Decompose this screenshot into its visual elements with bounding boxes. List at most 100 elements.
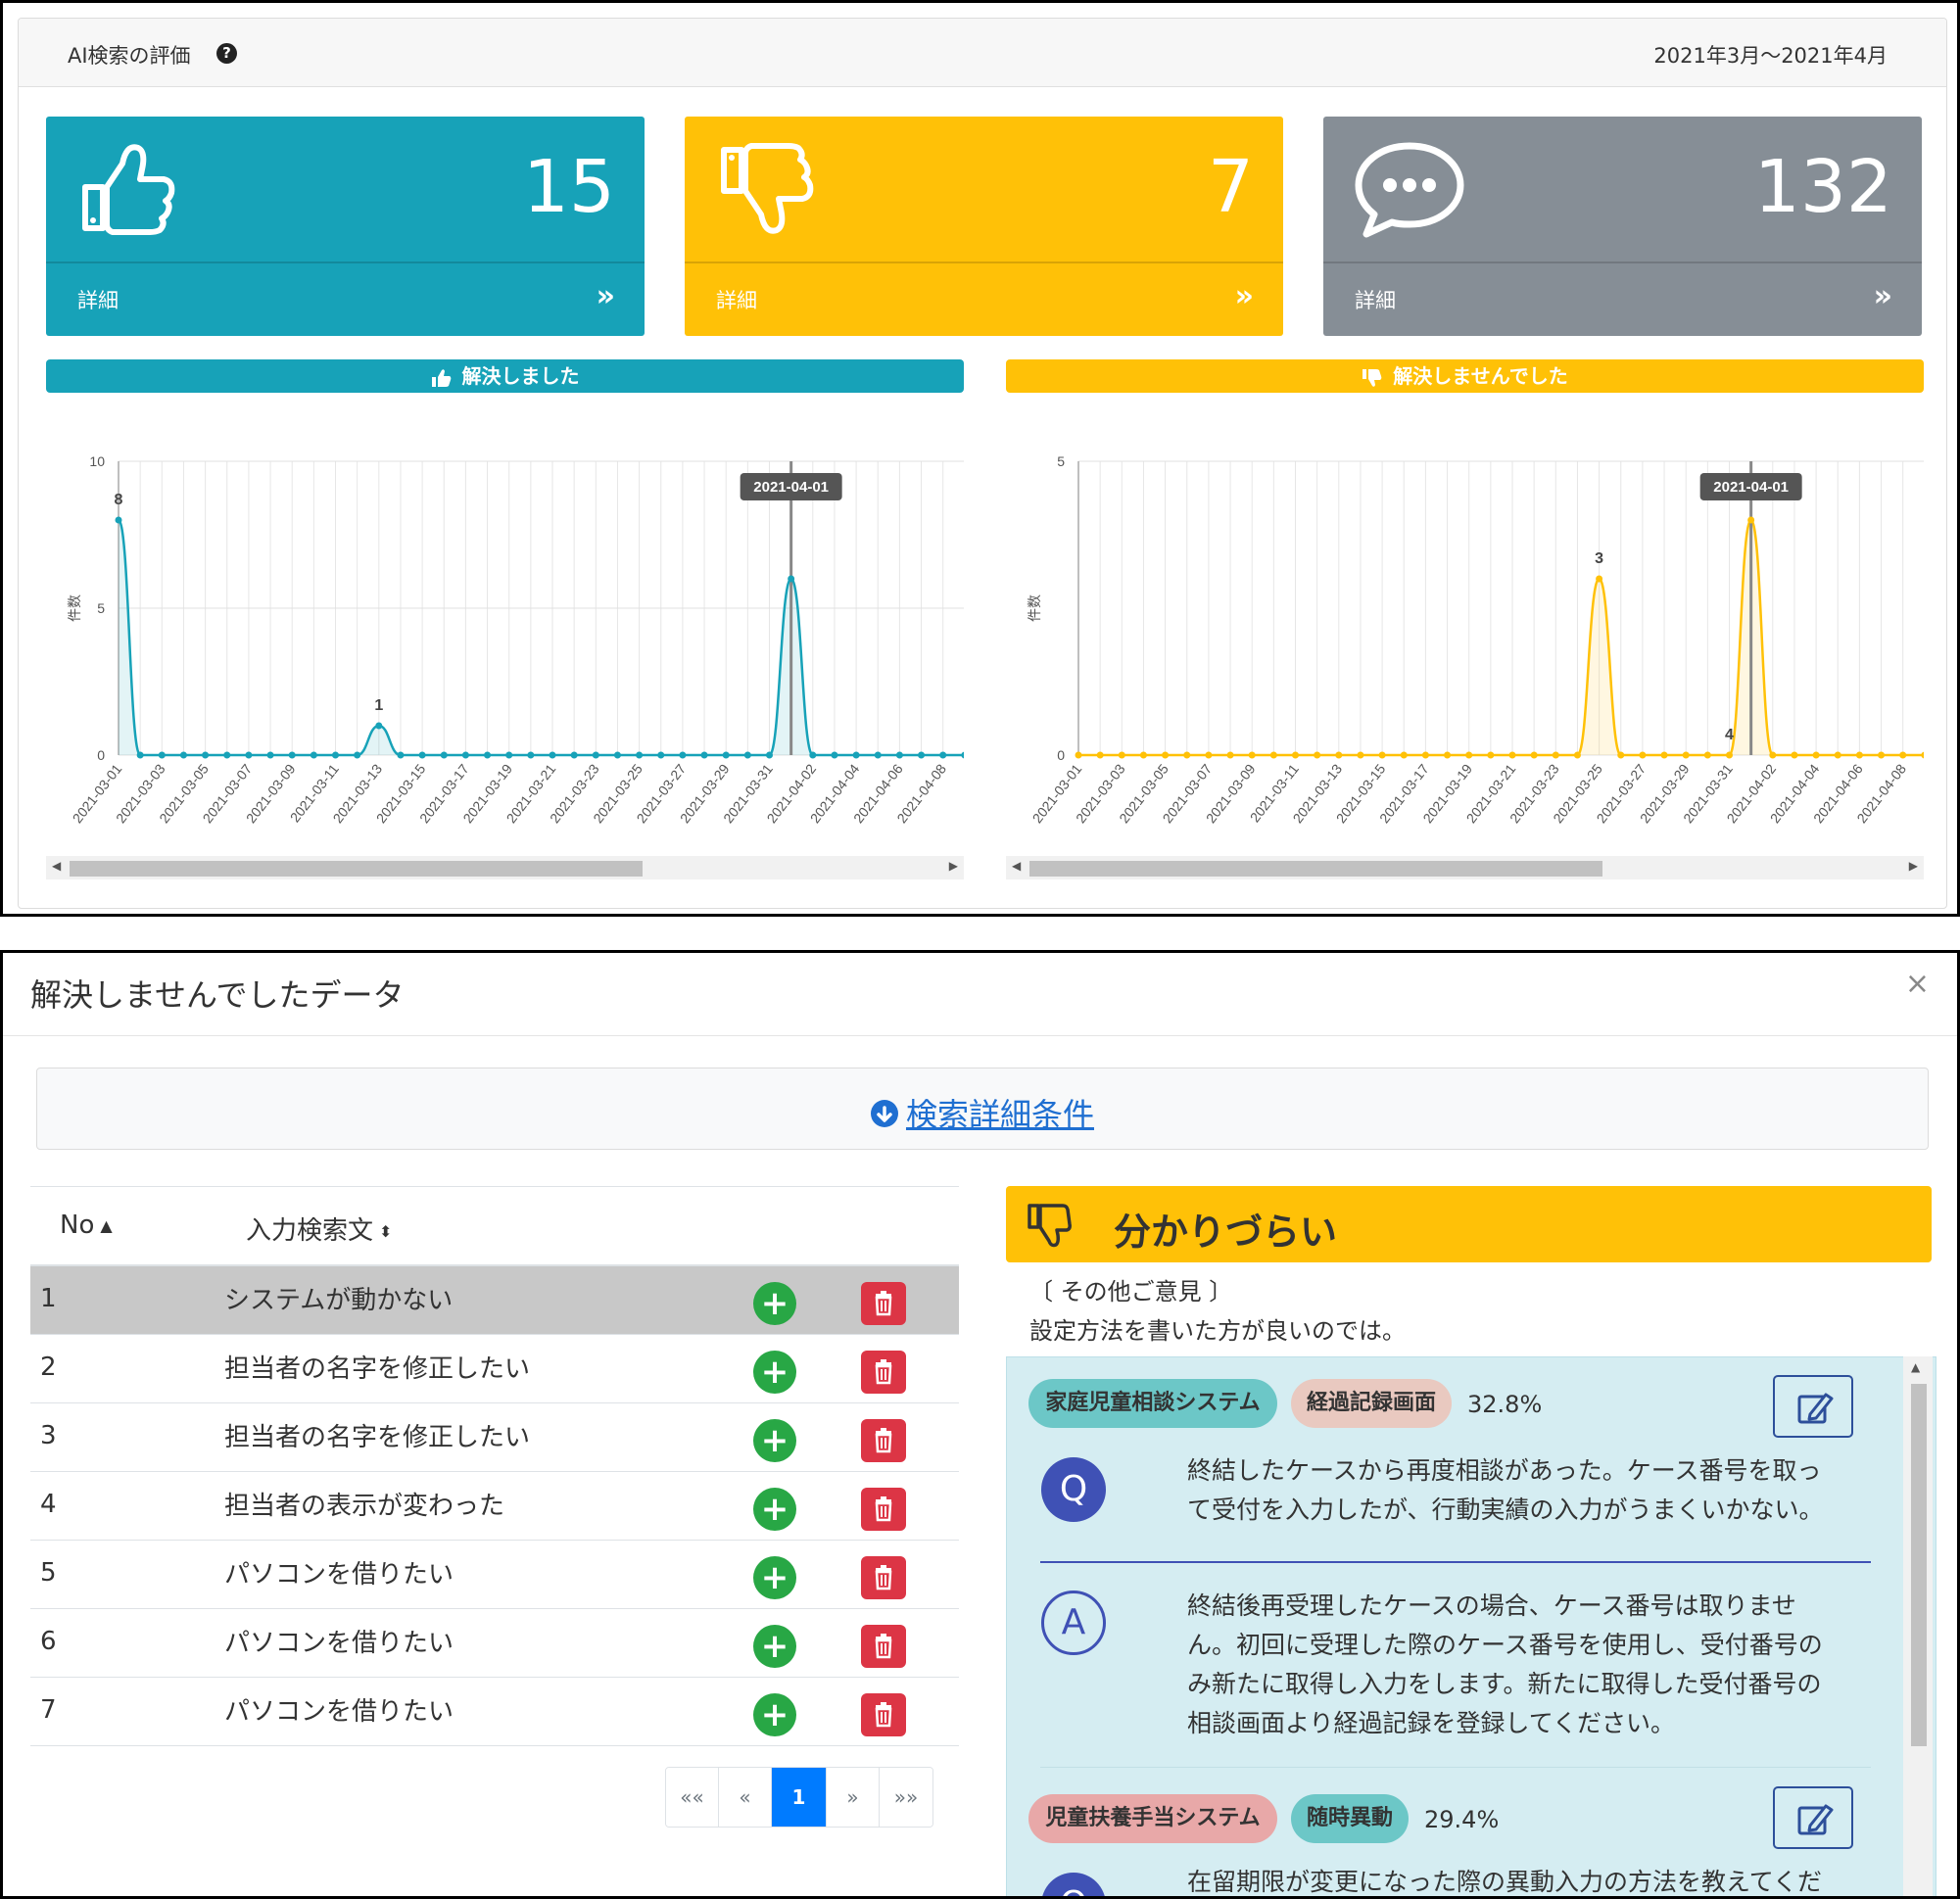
answer-badge: A: [1041, 1590, 1106, 1655]
row-number: 6: [40, 1627, 57, 1656]
y-tick-label: 10: [89, 453, 105, 469]
data-point: [418, 751, 426, 759]
data-point: [1335, 751, 1343, 759]
stat-card-top: 7: [685, 117, 1283, 263]
scroll-right-icon[interactable]: ▶: [949, 859, 958, 873]
y-tick-label: 0: [97, 747, 105, 763]
question-line: 終結したケースから再度相談があった。ケース番号を取っ: [1187, 1456, 1822, 1485]
row-query-text: 担当者の名字を修正したい: [224, 1423, 531, 1452]
data-point: [918, 751, 926, 759]
column-no-header[interactable]: No ▲: [60, 1211, 113, 1240]
double-chevron-right-icon[interactable]: »: [597, 279, 615, 313]
table-row[interactable]: 3 担当者の名字を修正したい +: [30, 1403, 959, 1472]
page-next-button[interactable]: »: [827, 1768, 880, 1827]
page-1-button[interactable]: 1: [772, 1768, 827, 1827]
data-point: [245, 751, 253, 759]
pagination: «« « 1 » »»: [665, 1767, 933, 1828]
data-point: [1596, 575, 1603, 583]
tooltip-text: 2021-04-01: [1713, 479, 1789, 496]
scroll-right-icon[interactable]: ▶: [1909, 859, 1918, 873]
data-point: [788, 575, 795, 583]
double-chevron-right-icon[interactable]: »: [1874, 279, 1892, 313]
edit-button[interactable]: [1773, 1786, 1853, 1849]
system-tag: 家庭児童相談システム: [1028, 1379, 1277, 1428]
help-icon[interactable]: ?: [216, 43, 237, 64]
data-point: [1465, 751, 1473, 759]
match-score: 32.8%: [1467, 1391, 1543, 1418]
scrollbar-thumb[interactable]: [70, 861, 643, 877]
add-icon[interactable]: +: [753, 1419, 796, 1462]
scrollbar-thumb[interactable]: [1911, 1384, 1927, 1746]
data-point: [1899, 751, 1907, 759]
row-number: 2: [40, 1353, 57, 1382]
add-icon[interactable]: +: [753, 1556, 796, 1599]
page-first-button[interactable]: ««: [666, 1768, 719, 1827]
y-tick-label: 0: [1057, 747, 1065, 763]
thumbs-down-icon: [1362, 368, 1382, 387]
add-icon[interactable]: +: [753, 1693, 796, 1736]
trash-icon[interactable]: [861, 1488, 906, 1531]
comment-detail-link[interactable]: 詳細: [1355, 285, 1396, 314]
edit-button[interactable]: [1773, 1375, 1853, 1438]
page-prev-button[interactable]: «: [719, 1768, 772, 1827]
trash-icon[interactable]: [861, 1625, 906, 1668]
answer-scrollbar[interactable]: ▲: [1903, 1356, 1933, 1896]
trash-icon[interactable]: [861, 1693, 906, 1736]
data-point: [1444, 751, 1452, 759]
data-label: 3: [1595, 550, 1603, 567]
row-query-text: パソコンを借りたい: [224, 1629, 454, 1658]
data-point: [1812, 751, 1820, 759]
page-last-button[interactable]: »»: [880, 1768, 932, 1827]
unhelpful-detail-link[interactable]: 詳細: [716, 285, 757, 314]
trash-icon[interactable]: [861, 1351, 906, 1394]
table-row[interactable]: 5 パソコンを借りたい +: [30, 1541, 959, 1609]
comment-dots-icon: [1355, 142, 1464, 238]
scrollbar-thumb[interactable]: [1029, 861, 1602, 877]
table-row[interactable]: 6 パソコンを借りたい +: [30, 1609, 959, 1678]
unsolved-data-modal: 解決しませんでしたデータ × 検索詳細条件 No ▲ 入力検索文 ⬍ 1 システムが動…: [0, 950, 1960, 1899]
close-icon[interactable]: ×: [1905, 967, 1930, 1001]
scroll-left-icon[interactable]: ◀: [1012, 859, 1021, 873]
trash-icon[interactable]: [861, 1556, 906, 1599]
row-query-text: システムが動かない: [224, 1286, 454, 1315]
table-row[interactable]: 2 担当者の名字を修正したい +: [30, 1335, 959, 1403]
data-point: [809, 751, 817, 759]
helpful-detail-link[interactable]: 詳細: [77, 285, 119, 314]
data-point: [397, 751, 405, 759]
double-chevron-right-icon[interactable]: »: [1235, 279, 1254, 313]
question-badge: Q: [1041, 1873, 1106, 1896]
add-icon[interactable]: +: [753, 1625, 796, 1668]
solved-chart-title: 解決しました: [461, 364, 580, 388]
helpful-count: 15: [522, 145, 615, 229]
trash-icon[interactable]: [861, 1282, 906, 1325]
stat-card-comments: 132 詳細 »: [1323, 117, 1922, 336]
data-point: [1552, 751, 1559, 759]
table-row[interactable]: 4 担当者の表示が変わった +: [30, 1472, 959, 1541]
data-point: [1248, 751, 1256, 759]
add-icon[interactable]: +: [753, 1282, 796, 1325]
table-row[interactable]: 1 システムが動かない +: [30, 1266, 959, 1335]
solved-line-chart[interactable]: 0510件数812021-04-012021-03-012021-03-0320…: [46, 430, 964, 841]
row-number: 1: [40, 1284, 57, 1313]
detail-title: 分かりづらい: [1114, 1211, 1338, 1254]
data-point: [636, 751, 644, 759]
search-conditions-link[interactable]: 検索詳細条件: [37, 1090, 1928, 1135]
unsolved-line-chart[interactable]: 05件数342021-04-012021-03-012021-03-032021…: [1006, 430, 1924, 841]
stat-card-helpful: 15 詳細 »: [46, 117, 645, 336]
data-point: [115, 516, 122, 524]
table-row[interactable]: 7 パソコンを借りたい +: [30, 1678, 959, 1746]
trash-icon[interactable]: [861, 1419, 906, 1462]
column-no-label: No: [60, 1211, 95, 1240]
data-point: [461, 751, 469, 759]
unsolved-chart-scrollbar[interactable]: ◀ ▶: [1006, 856, 1924, 879]
row-query-text: パソコンを借りたい: [224, 1560, 454, 1590]
column-query-header[interactable]: 入力検索文 ⬍: [246, 1211, 392, 1247]
scroll-up-icon[interactable]: ▲: [1911, 1360, 1920, 1374]
data-point: [1639, 751, 1647, 759]
column-query-label: 入力検索文: [246, 1216, 374, 1246]
add-icon[interactable]: +: [753, 1351, 796, 1394]
add-icon[interactable]: +: [753, 1488, 796, 1531]
scroll-left-icon[interactable]: ◀: [52, 859, 61, 873]
solved-chart-scrollbar[interactable]: ◀ ▶: [46, 856, 964, 879]
data-point: [1660, 751, 1668, 759]
